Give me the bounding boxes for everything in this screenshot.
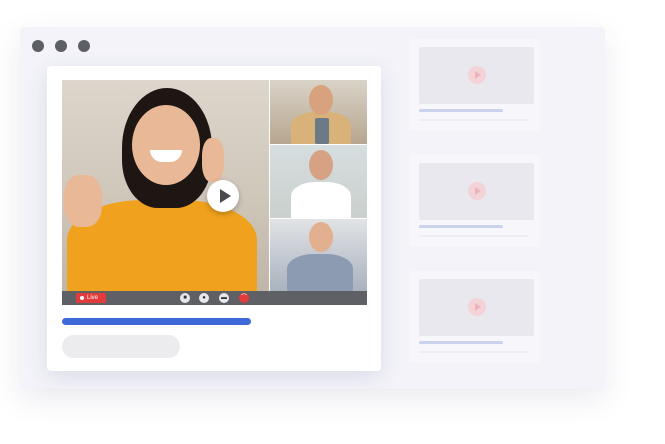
live-label: Live — [87, 295, 99, 301]
chat-icon[interactable]: ▬ — [219, 293, 229, 303]
progress-bar[interactable] — [62, 318, 251, 325]
live-badge: Live — [76, 293, 106, 303]
placeholder-pill — [62, 335, 180, 358]
microphone-icon[interactable]: ● — [199, 293, 209, 303]
sidebar-video-item[interactable] — [409, 39, 540, 131]
title-placeholder — [419, 225, 503, 228]
subtitle-placeholder — [419, 119, 529, 121]
camera-icon[interactable]: ■ — [180, 293, 190, 303]
sidebar-video-item[interactable] — [409, 271, 540, 363]
participant-tile-3 — [269, 218, 367, 291]
window-dot-close[interactable] — [32, 40, 44, 52]
play-icon — [468, 182, 486, 200]
main-participant-tile — [62, 80, 269, 300]
play-icon — [468, 298, 486, 316]
participant-tile-2 — [269, 144, 367, 218]
video-thumbnail — [419, 163, 534, 220]
video-thumbnail — [419, 47, 534, 104]
live-dot-icon — [80, 296, 84, 300]
sidebar-video-item[interactable] — [409, 155, 540, 247]
window-dot-maximize[interactable] — [78, 40, 90, 52]
video-call-player[interactable]: Live ■ ● ▬ ⌒ — [62, 80, 367, 305]
window-dot-minimize[interactable] — [55, 40, 67, 52]
tile-divider — [269, 218, 367, 219]
play-icon — [468, 66, 486, 84]
title-placeholder — [419, 109, 503, 112]
tile-divider — [269, 144, 367, 145]
play-button[interactable] — [207, 180, 239, 212]
video-thumbnail — [419, 279, 534, 336]
subtitle-placeholder — [419, 235, 529, 237]
video-card: Live ■ ● ▬ ⌒ — [47, 66, 381, 371]
tile-divider — [269, 80, 270, 291]
participant-tile-1 — [269, 80, 367, 146]
subtitle-placeholder — [419, 351, 529, 353]
title-placeholder — [419, 341, 503, 344]
end-call-icon[interactable]: ⌒ — [239, 293, 249, 303]
call-control-bar: Live ■ ● ▬ ⌒ — [62, 291, 367, 305]
